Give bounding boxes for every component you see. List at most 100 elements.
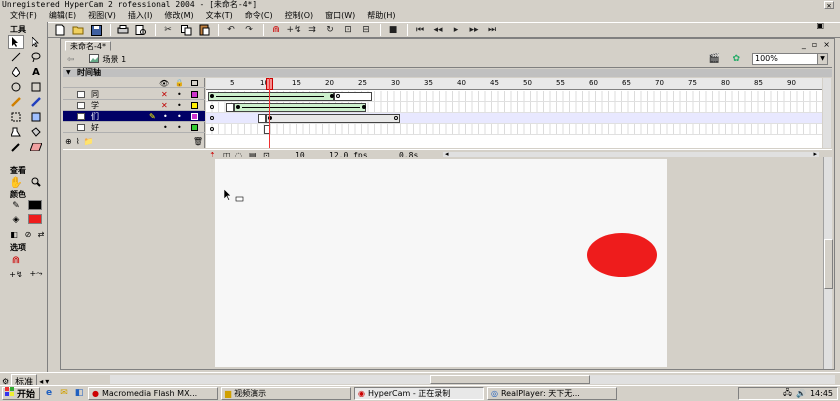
frame-row-selected[interactable]	[206, 113, 822, 124]
line-tool-icon[interactable]	[8, 50, 24, 64]
straighten-icon[interactable]: ⇉	[304, 23, 320, 37]
keyframe[interactable]	[236, 105, 240, 109]
text-tool-icon[interactable]: A	[28, 65, 44, 79]
menu-view[interactable]: 视图(V)	[82, 10, 122, 21]
play-icon[interactable]: ▸	[448, 23, 464, 37]
blank-keyframe[interactable]	[394, 116, 398, 120]
static-span[interactable]	[258, 114, 266, 123]
cut-icon[interactable]: ✂	[160, 23, 176, 37]
layer-visible-dot[interactable]: •	[163, 122, 168, 133]
scrollbar-thumb[interactable]	[430, 375, 590, 384]
paint-bucket-tool-icon[interactable]	[28, 125, 44, 139]
taskbar-task-flash[interactable]: ● Macromedia Flash MX...	[88, 386, 218, 400]
keyframe[interactable]	[362, 105, 366, 109]
blank-keyframe[interactable]	[210, 127, 214, 131]
blank-keyframe[interactable]	[210, 105, 214, 109]
eraser-tool-icon[interactable]	[28, 140, 44, 154]
save-icon[interactable]	[88, 23, 104, 37]
blank-keyframe[interactable]	[336, 94, 340, 98]
taskbar-task-hypercam[interactable]: ◉ HyperCam - 正在录制	[354, 386, 484, 400]
layer-unlocked-dot[interactable]: •	[177, 111, 182, 122]
menu-edit[interactable]: 编辑(E)	[43, 10, 82, 21]
step-forward-icon[interactable]: ▸▸	[466, 23, 482, 37]
zoom-tool-icon[interactable]	[28, 175, 44, 189]
layer-row[interactable]: 好 • •	[63, 122, 205, 133]
layer-color-box[interactable]	[191, 102, 198, 109]
eye-icon[interactable]: 👁	[159, 78, 169, 89]
static-span[interactable]	[266, 114, 400, 123]
stage-area[interactable]	[63, 157, 823, 369]
scale-icon[interactable]: ⊡	[340, 23, 356, 37]
layer-hidden-icon[interactable]: ✕	[161, 100, 168, 111]
layer-unlocked-dot[interactable]: •	[177, 122, 182, 133]
frame-row[interactable]	[206, 124, 822, 135]
network-icon[interactable]: 🖧	[783, 387, 792, 401]
chevron-down-icon[interactable]: ▼	[817, 54, 827, 64]
stage-vertical-scrollbar[interactable]	[823, 157, 833, 369]
red-circle-shape[interactable]	[587, 233, 657, 277]
frame-row[interactable]	[206, 102, 822, 113]
copy-icon[interactable]	[178, 23, 194, 37]
subselect-tool-icon[interactable]	[28, 35, 44, 49]
zoom-select[interactable]: 100% ▼	[752, 53, 828, 65]
step-back-icon[interactable]: ◂◂	[430, 23, 446, 37]
menu-insert[interactable]: 插入(I)	[122, 10, 159, 21]
menu-commands[interactable]: 命令(C)	[239, 10, 279, 21]
layer-name[interactable]: 学	[91, 100, 99, 111]
frame-ruler[interactable]: 5 10 15 20 25 30 35 40 45 50 55 60 65 70…	[206, 78, 822, 90]
oval-tool-icon[interactable]	[8, 80, 24, 94]
close-doc-icon[interactable]: ×	[823, 40, 830, 49]
snap-magnet-icon[interactable]: ⋒	[268, 23, 284, 37]
menu-file[interactable]: 文件(F)	[4, 10, 43, 21]
trash-icon[interactable]: 🗑	[193, 137, 203, 146]
static-span[interactable]	[226, 103, 234, 112]
arrow-tool-icon[interactable]	[8, 35, 24, 49]
rotate-icon[interactable]: ↻	[322, 23, 338, 37]
hand-tool-icon[interactable]: ✋	[8, 175, 24, 189]
document-tab[interactable]: 未命名-4*	[65, 41, 111, 51]
rectangle-tool-icon[interactable]	[28, 80, 44, 94]
layer-unlocked-dot[interactable]: •	[177, 100, 182, 111]
undo-icon[interactable]: ↶	[223, 23, 239, 37]
outline-icon[interactable]	[191, 80, 198, 86]
timeline-scrollbar[interactable]	[823, 78, 831, 148]
stop-icon[interactable]: ■	[385, 23, 401, 37]
timeline-header[interactable]: ▼ 时间轴	[63, 69, 832, 77]
keyframe[interactable]	[210, 94, 214, 98]
insert-layer-icon[interactable]: ⊕	[65, 137, 72, 146]
layer-unlocked-dot[interactable]: •	[177, 89, 182, 100]
edit-scene-icon[interactable]: 🎬	[709, 54, 720, 64]
layer-hidden-icon[interactable]: ✕	[161, 89, 168, 100]
start-button[interactable]: 开始	[2, 386, 40, 400]
swap-colors-icon[interactable]: ⇄	[33, 227, 49, 241]
fill-color-swatch[interactable]	[28, 214, 42, 224]
show-desktop-icon[interactable]: ◧	[73, 387, 85, 399]
menu-help[interactable]: 帮助(H)	[361, 10, 401, 21]
insert-folder-icon[interactable]: 📁	[84, 137, 94, 146]
layer-name[interactable]: 好	[91, 122, 99, 133]
minimize-doc-icon[interactable]: _	[802, 40, 806, 49]
straighten-option-icon[interactable]: +⤳	[28, 267, 44, 281]
layer-row-selected[interactable]: 们 ✎ • •	[63, 111, 205, 122]
layer-color-box[interactable]	[191, 113, 198, 120]
lock-icon[interactable]: 🔒	[175, 78, 184, 89]
volume-icon[interactable]: 🔊	[796, 389, 806, 398]
layer-name[interactable]: 们	[91, 111, 99, 122]
free-transform-tool-icon[interactable]	[8, 110, 24, 124]
menu-modify[interactable]: 修改(M)	[158, 10, 199, 21]
layer-row[interactable]: 学 ✕ •	[63, 100, 205, 111]
layer-color-box[interactable]	[191, 124, 198, 131]
layer-row[interactable]: 同 ✕ •	[63, 89, 205, 100]
layer-name[interactable]: 同	[91, 89, 99, 100]
rewind-icon[interactable]: ⏮	[412, 23, 428, 37]
stroke-color-swatch[interactable]	[28, 200, 42, 210]
taskbar-task-realplayer[interactable]: ◎ RealPlayer: 天下无...	[487, 386, 617, 400]
stage-horizontal-scrollbar[interactable]	[110, 375, 835, 384]
stage-canvas[interactable]	[215, 159, 667, 367]
align-icon[interactable]: ⊟	[358, 23, 374, 37]
menu-text[interactable]: 文本(T)	[200, 10, 239, 21]
redo-icon[interactable]: ↷	[241, 23, 257, 37]
edit-symbol-icon[interactable]: ✿	[732, 54, 740, 64]
outlook-icon[interactable]: ✉	[58, 387, 70, 399]
layer-visible-dot[interactable]: •	[163, 111, 168, 122]
